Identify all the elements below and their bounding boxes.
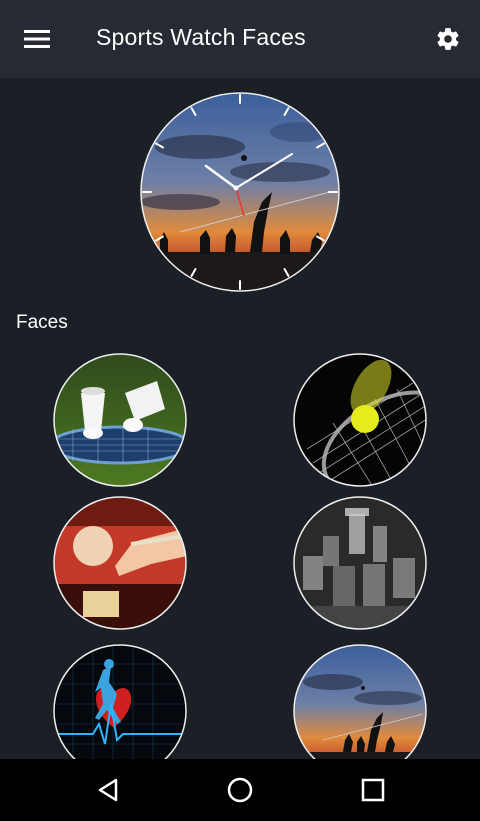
settings-button[interactable] xyxy=(428,20,468,58)
chess-pieces-image xyxy=(293,496,427,630)
hamburger-menu-icon xyxy=(24,30,50,48)
faces-section-label: Faces xyxy=(16,312,68,333)
face-thumbnail-tennis[interactable] xyxy=(293,353,427,487)
tennis-ball-racket-image xyxy=(293,353,427,487)
face-thumbnail-chess[interactable] xyxy=(293,496,427,630)
home-button[interactable] xyxy=(210,769,270,811)
system-nav-bar xyxy=(0,759,480,821)
app-bar: Sports Watch Faces xyxy=(0,0,480,78)
watch-face-preview[interactable] xyxy=(140,92,340,292)
billiards-cue-ball-image xyxy=(53,496,187,630)
badminton-shuttlecock-image xyxy=(53,353,187,487)
home-circle-icon xyxy=(227,777,253,803)
sunset-volleyball-preview-image xyxy=(140,92,340,292)
back-triangle-icon xyxy=(98,778,118,802)
app-title: Sports Watch Faces xyxy=(96,24,306,50)
gear-icon xyxy=(437,28,459,50)
face-thumbnail-heartbeat[interactable] xyxy=(53,644,187,778)
menu-button[interactable] xyxy=(14,20,60,58)
face-thumbnail-billiards[interactable] xyxy=(53,496,187,630)
recent-apps-button[interactable] xyxy=(343,769,403,811)
face-thumbnail-badminton[interactable] xyxy=(53,353,187,487)
heartbeat-runner-image xyxy=(53,644,187,778)
recent-apps-square-icon xyxy=(361,778,385,802)
sunset-volleyball-image xyxy=(293,644,427,778)
face-thumbnail-sunset-volleyball[interactable] xyxy=(293,644,427,778)
back-button[interactable] xyxy=(78,769,138,811)
